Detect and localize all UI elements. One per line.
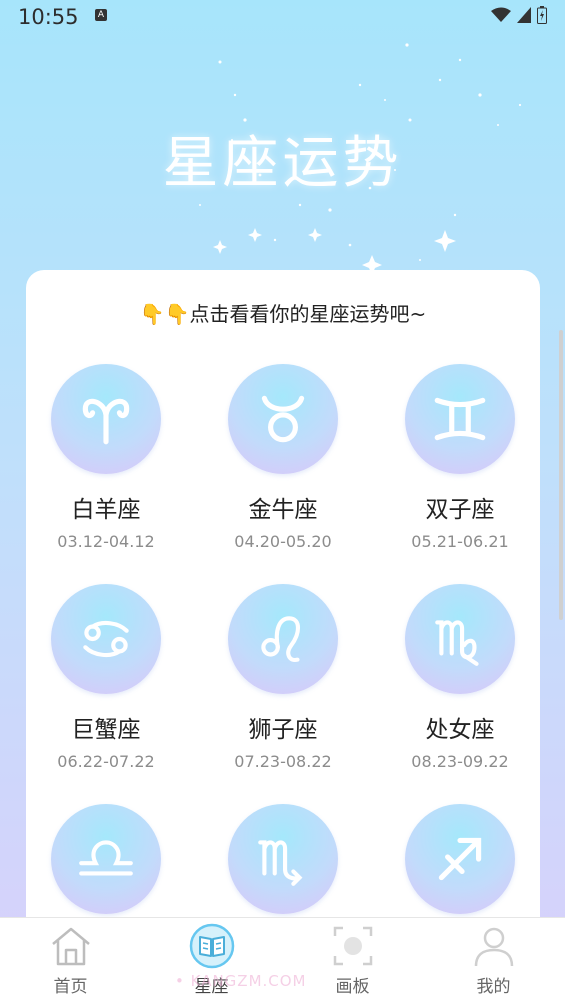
zodiac-date: 08.23-09.22 bbox=[411, 752, 509, 771]
notification-icon: A bbox=[95, 9, 107, 21]
zodiac-circle[interactable] bbox=[51, 584, 161, 694]
status-bar: 10:55 A bbox=[0, 0, 565, 34]
taurus-icon bbox=[261, 395, 305, 443]
tab-label: 我的 bbox=[476, 977, 511, 997]
zodiac-card: 👇👇点击看看你的星座运势吧~ 白羊座 03.12-04.12 金牛座 04.20… bbox=[26, 270, 540, 950]
zodiac-circle[interactable] bbox=[405, 584, 515, 694]
zodiac-item-aries[interactable]: 白羊座 03.12-04.12 bbox=[26, 364, 186, 551]
sagittarius-icon bbox=[438, 837, 482, 881]
zodiac-circle[interactable] bbox=[51, 804, 161, 914]
zodiac-name: 巨蟹座 bbox=[71, 717, 141, 743]
cancer-icon bbox=[83, 620, 129, 658]
zodiac-item-scorpio[interactable] bbox=[203, 804, 363, 914]
bottom-tab-bar: 首页 星座 画板 我的 bbox=[0, 917, 565, 1005]
zodiac-item-leo[interactable]: 狮子座 07.23-08.22 bbox=[203, 584, 363, 771]
status-icons bbox=[491, 6, 547, 24]
scrollbar[interactable] bbox=[559, 330, 563, 620]
tab-zodiac[interactable]: 星座 bbox=[141, 918, 282, 1005]
zodiac-date: 05.21-06.21 bbox=[411, 532, 509, 551]
zodiac-circle[interactable] bbox=[228, 364, 338, 474]
scorpio-icon bbox=[258, 840, 303, 886]
book-icon bbox=[189, 923, 234, 969]
card-tip: 👇👇点击看看你的星座运势吧~ bbox=[139, 302, 427, 326]
zodiac-date: 04.20-05.20 bbox=[234, 532, 332, 551]
zodiac-name: 金牛座 bbox=[248, 497, 318, 523]
zodiac-date: 07.23-08.22 bbox=[234, 752, 332, 771]
tab-label: 首页 bbox=[53, 977, 88, 997]
tab-home[interactable]: 首页 bbox=[0, 918, 141, 1005]
zodiac-name: 白羊座 bbox=[71, 497, 141, 523]
zodiac-item-sagittarius[interactable] bbox=[380, 804, 540, 914]
user-icon bbox=[474, 927, 513, 967]
aries-icon bbox=[82, 398, 130, 445]
watermark: • KANGZM.COM bbox=[175, 972, 307, 990]
zodiac-item-libra[interactable] bbox=[26, 804, 186, 914]
battery-icon bbox=[537, 6, 547, 24]
page-title: 星座运势 bbox=[162, 131, 403, 196]
zodiac-circle[interactable] bbox=[228, 584, 338, 694]
zodiac-item-virgo[interactable]: 处女座 08.23-09.22 bbox=[380, 584, 540, 771]
zodiac-circle[interactable] bbox=[405, 804, 515, 914]
home-icon bbox=[51, 927, 90, 966]
virgo-icon bbox=[435, 620, 479, 666]
zodiac-name: 狮子座 bbox=[248, 717, 318, 743]
tab-drawing-board[interactable]: 画板 bbox=[282, 918, 423, 1005]
leo-icon bbox=[261, 616, 301, 663]
zodiac-circle[interactable] bbox=[51, 364, 161, 474]
zodiac-name: 双子座 bbox=[425, 497, 495, 523]
zodiac-date: 03.12-04.12 bbox=[57, 532, 155, 551]
signal-icon bbox=[517, 7, 531, 23]
libra-icon bbox=[79, 840, 133, 876]
camera-scan-icon bbox=[333, 926, 372, 966]
wifi-icon bbox=[491, 7, 511, 22]
status-time: 10:55 bbox=[18, 5, 79, 29]
zodiac-date: 06.22-07.22 bbox=[57, 752, 155, 771]
zodiac-item-taurus[interactable]: 金牛座 04.20-05.20 bbox=[203, 364, 363, 551]
tab-mine[interactable]: 我的 bbox=[423, 918, 564, 1005]
zodiac-name: 处女座 bbox=[425, 717, 495, 743]
zodiac-item-cancer[interactable]: 巨蟹座 06.22-07.22 bbox=[26, 584, 186, 771]
zodiac-circle[interactable] bbox=[405, 364, 515, 474]
zodiac-circle[interactable] bbox=[228, 804, 338, 914]
zodiac-item-gemini[interactable]: 双子座 05.21-06.21 bbox=[380, 364, 540, 551]
gemini-icon bbox=[434, 397, 486, 441]
